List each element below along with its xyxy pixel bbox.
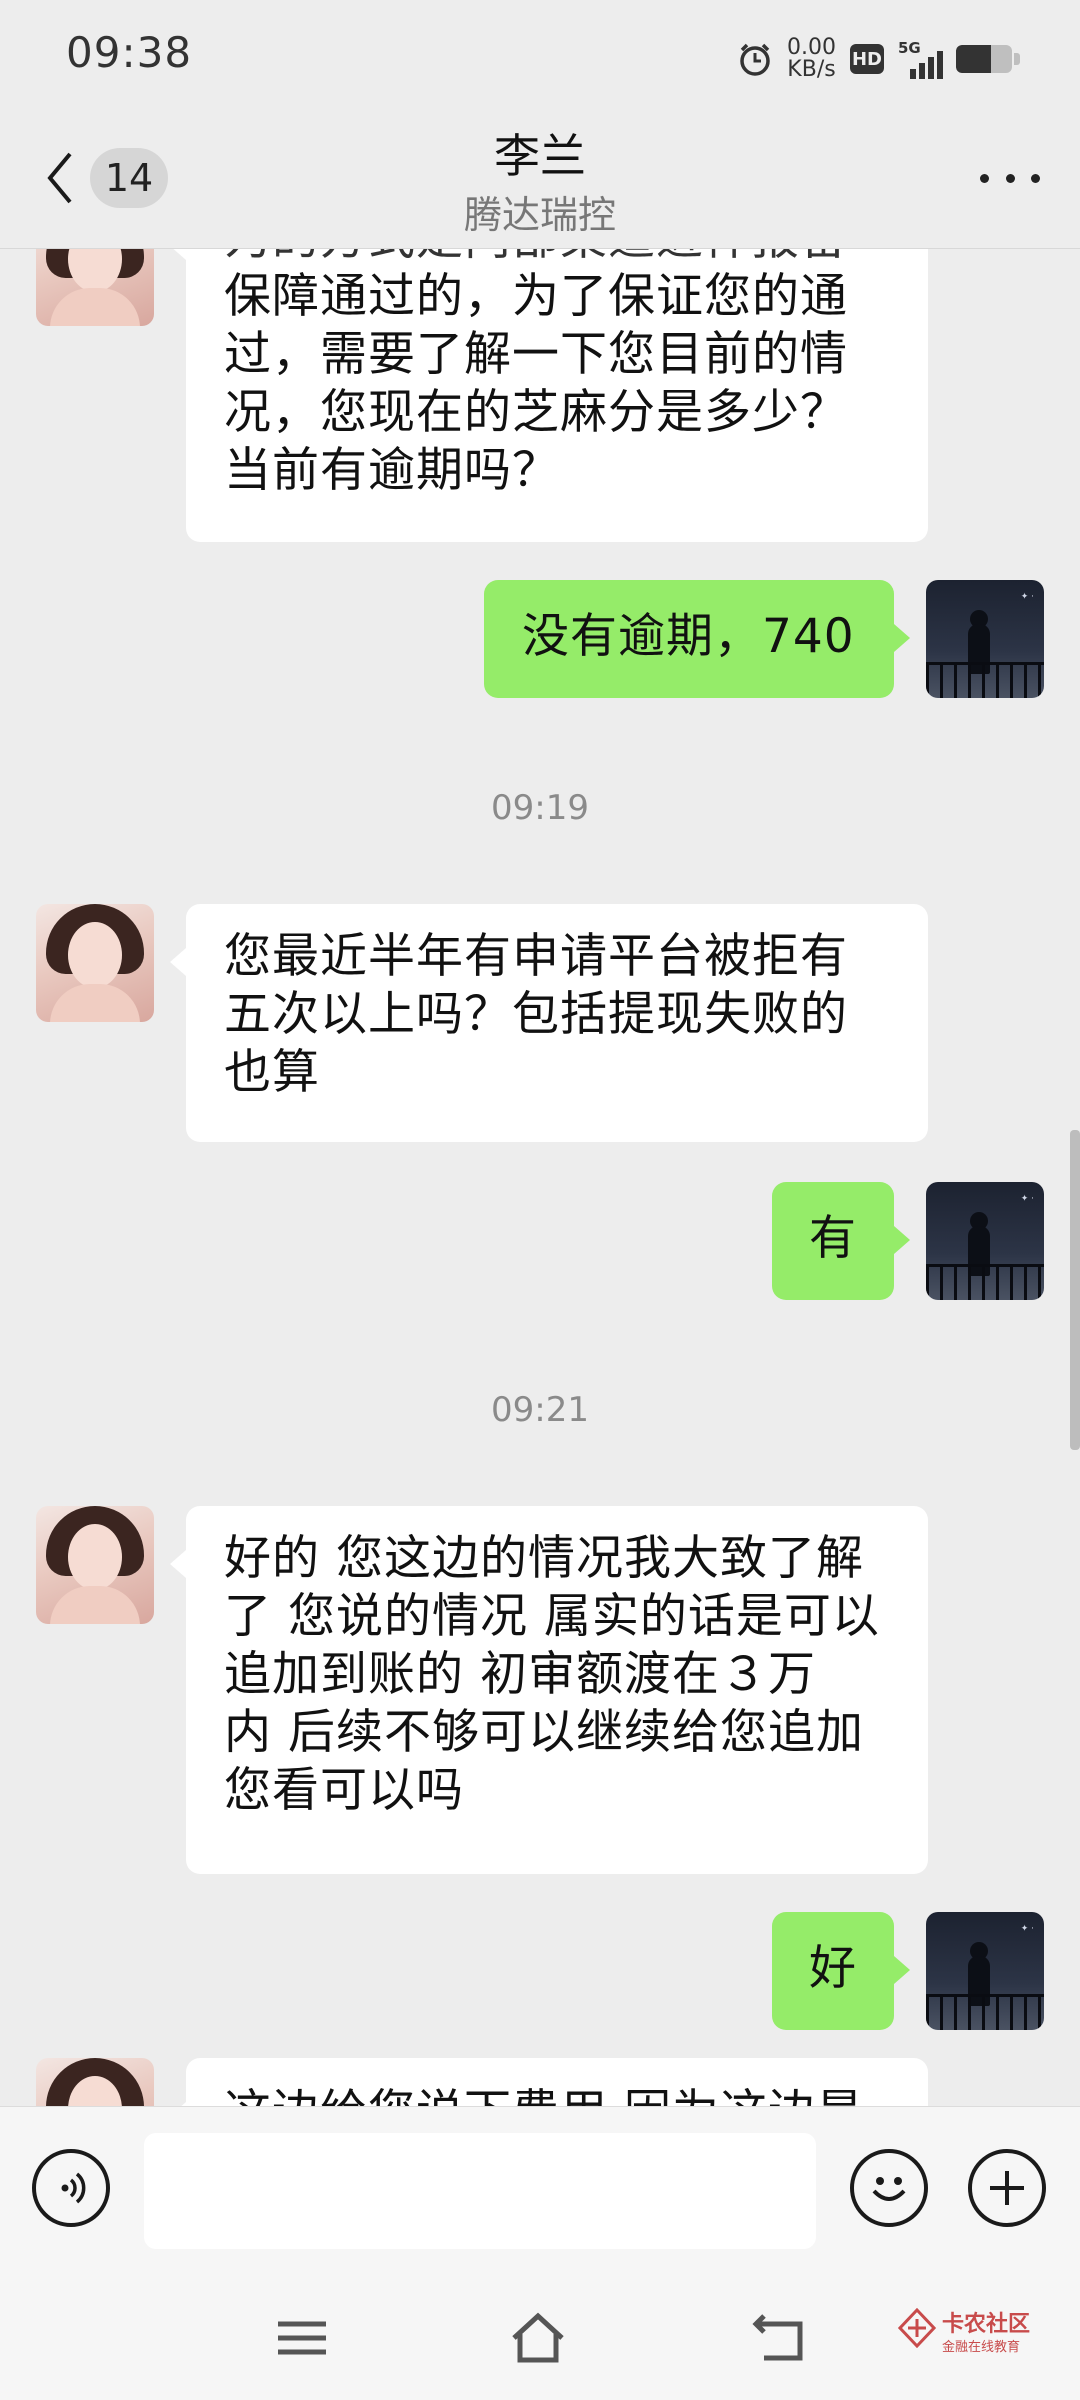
message-line: 这边给您说下费用 因为这边是: [224, 2084, 890, 2106]
message-bubble-incoming[interactable]: 您最近半年有申请平台被拒有 五次以上吗？包括提现失败的 也算: [170, 904, 928, 1142]
contact-avatar[interactable]: [36, 248, 154, 326]
net-speed-value: 0.00: [787, 35, 836, 60]
hd-icon: HD: [850, 44, 884, 74]
menu-icon[interactable]: [272, 2310, 332, 2366]
watermark: 卡农社区 金融在线教育: [898, 2306, 1048, 2366]
battery-fill: [956, 45, 991, 73]
my-avatar[interactable]: ✦ ·: [926, 1912, 1044, 2030]
message-line: 您最近半年有申请平台被拒有: [224, 929, 848, 984]
message-timestamp: 09:19: [491, 788, 589, 828]
message-bubble-outgoing[interactable]: 好: [772, 1912, 910, 2030]
system-navigation-bar: 卡农社区 金融在线教育: [0, 2274, 1080, 2400]
back-nav-icon[interactable]: [750, 2310, 810, 2366]
status-time: 09:38: [66, 28, 193, 77]
my-avatar[interactable]: ✦ ·: [926, 580, 1044, 698]
message-line: 保障通过的，为了保证您的通: [224, 269, 848, 324]
message-line: 也算: [224, 1045, 320, 1100]
message-line: 您看可以吗: [224, 1763, 464, 1818]
message-line: 况，您现在的芝麻分是多少？: [224, 385, 848, 440]
net-speed: 0.00 KB/s: [787, 37, 836, 81]
message-bubble-incoming[interactable]: 为的方式是内部渠道进件报备 保障通过的，为了保证您的通 过，需要了解一下您目前的…: [170, 248, 928, 542]
contact-avatar[interactable]: [36, 2058, 154, 2106]
message-input[interactable]: [144, 2133, 816, 2249]
message-bubble-incoming[interactable]: 好的 您这边的情况我大致了解 了 您说的情况 属实的话是可以 追加到账的 初审额…: [170, 1506, 928, 1874]
message-line: 追加到账的 初审额渡在３万: [224, 1647, 816, 1702]
message-bubble-outgoing[interactable]: 没有逾期，740: [484, 580, 910, 698]
message-line: 过，需要了解一下您目前的情: [224, 327, 848, 382]
message-bubble-incoming[interactable]: 这边给您说下费用 因为这边是: [170, 2058, 928, 2106]
message-list[interactable]: 为的方式是内部渠道进件报备 保障通过的，为了保证您的通 过，需要了解一下您目前的…: [0, 248, 1080, 2106]
message-bubble-outgoing[interactable]: 有: [772, 1182, 910, 1300]
chat-header: 14 李兰 腾达瑞控: [0, 118, 1080, 249]
message-line: 内 后续不够可以继续给您追加: [224, 1705, 864, 1760]
input-bar: [0, 2106, 1080, 2275]
emoji-icon[interactable]: [850, 2149, 928, 2227]
battery-cap: [1014, 53, 1020, 65]
battery-body: [956, 45, 1012, 73]
message-line: 五次以上吗？包括提现失败的: [224, 987, 848, 1042]
watermark-subtitle: 金融在线教育: [942, 2340, 1021, 2355]
battery-icon: [956, 45, 1020, 73]
message-line: 为的方式是内部渠道进件报备: [224, 248, 890, 268]
chat-subtitle: 腾达瑞控: [463, 193, 616, 237]
scrollbar[interactable]: [1070, 1130, 1080, 1450]
contact-avatar[interactable]: [36, 1506, 154, 1624]
net-speed-unit: KB/s: [787, 57, 836, 82]
my-avatar[interactable]: ✦ ·: [926, 1182, 1044, 1300]
more-icon[interactable]: [980, 156, 1040, 200]
message-line: 没有逾期，740: [522, 609, 855, 664]
status-bar: 09:38 0.00 KB/s HD 5G: [0, 0, 1080, 118]
message-timestamp: 09:21: [491, 1390, 589, 1430]
plus-icon[interactable]: [968, 2149, 1046, 2227]
message-line: 了 您说的情况 属实的话是可以: [224, 1589, 880, 1644]
alarm-icon: [740, 43, 770, 76]
message-line: 有: [809, 1211, 857, 1266]
status-icons: 0.00 KB/s HD 5G: [737, 32, 1020, 86]
voice-icon[interactable]: [32, 2149, 110, 2227]
message-line: 好: [809, 1941, 857, 1996]
message-line: 好的 您这边的情况我大致了解: [224, 1531, 864, 1586]
contact-avatar[interactable]: [36, 904, 154, 1022]
chat-title: 李兰: [494, 129, 586, 183]
signal-bars: [910, 45, 943, 79]
watermark-title: 卡农社区: [942, 2312, 1031, 2337]
signal-icon: 5G: [898, 39, 943, 79]
watermark-logo-icon: [898, 2308, 936, 2348]
home-icon[interactable]: [508, 2310, 568, 2366]
message-line: 当前有逾期吗？: [224, 443, 560, 498]
